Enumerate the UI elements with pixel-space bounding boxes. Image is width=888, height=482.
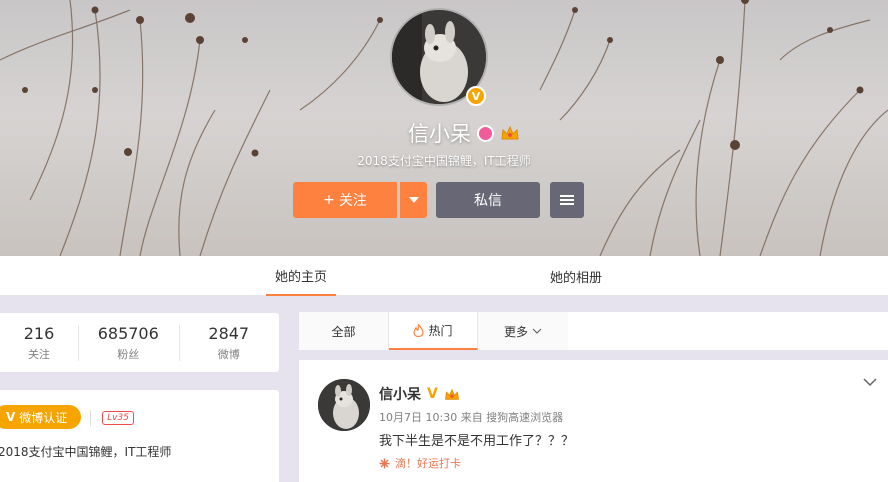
profile-bio: 2018支付宝中国锦鲤，IT工程师 xyxy=(357,154,531,168)
post-card: 信小呆 V 10月7日 10:30 来自 搜狗高速浏览器 我下半生是不是不用工作… xyxy=(299,360,888,482)
follow-label: 关注 xyxy=(338,193,367,209)
stat-number: 685706 xyxy=(97,323,159,343)
chevron-down-icon xyxy=(408,197,419,203)
more-menu-button[interactable] xyxy=(550,182,584,218)
post-topic-tag[interactable]: 滴！好运打卡 xyxy=(379,455,461,471)
post-text: 我下半生是不是不用工作了？？？ xyxy=(379,434,575,449)
feed-tab-hot[interactable]: 热门 xyxy=(389,312,478,350)
crown-icon xyxy=(501,125,519,140)
feed-tab-label: 热门 xyxy=(428,323,453,338)
profile-name-row: 信小呆 xyxy=(0,118,888,148)
chevron-down-icon xyxy=(532,328,542,334)
profile-tab-bar: 她的主页 她的相册 xyxy=(0,256,888,296)
message-button[interactable]: 私信 xyxy=(436,182,540,218)
feed-tabs: 全部 热门 更多 xyxy=(299,312,888,350)
plus-icon: + xyxy=(323,192,335,208)
profile-name: 信小呆 xyxy=(408,122,471,146)
stat-posts[interactable]: 2847 微博 xyxy=(178,313,280,372)
tab-album[interactable]: 她的相册 xyxy=(541,256,611,296)
post-avatar[interactable] xyxy=(318,379,370,431)
flower-icon xyxy=(379,458,390,468)
stats-card: 216 关注 685706 粉丝 2847 微博 xyxy=(0,313,279,372)
feed-tab-label: 更多 xyxy=(503,324,528,339)
stat-label: 粉丝 xyxy=(117,347,140,361)
post-author-row: 信小呆 V xyxy=(379,384,460,404)
info-bio: 2018支付宝中国锦鲤，IT工程师 xyxy=(0,445,172,459)
gender-female-icon xyxy=(477,124,494,142)
post-tag-label: 滴！好运打卡 xyxy=(395,457,461,470)
verification-label: 微博认证 xyxy=(19,410,68,425)
feed-tab-label: 全部 xyxy=(331,324,356,339)
rabbit-photo xyxy=(318,379,370,431)
post-meta[interactable]: 10月7日 10:30 来自 搜狗高速浏览器 xyxy=(379,409,563,425)
follow-dropdown-button[interactable] xyxy=(400,182,427,218)
profile-info-card: V 微博认证 Lv35 2018支付宝中国锦鲤，IT工程师 xyxy=(0,390,279,482)
stat-label: 微博 xyxy=(217,347,240,361)
feed-tab-more[interactable]: 更多 xyxy=(478,312,568,350)
crown-icon xyxy=(444,388,459,400)
verified-v-icon: V xyxy=(6,410,16,424)
stat-following[interactable]: 216 关注 xyxy=(0,313,78,372)
profile-cover: V 信小呆 2018支付宝中国锦鲤，IT工程师 + 关注 私信 xyxy=(0,0,888,256)
follow-button[interactable]: + 关注 xyxy=(293,182,397,218)
feed-tab-all[interactable]: 全部 xyxy=(299,312,389,350)
tab-home[interactable]: 她的主页 xyxy=(266,256,336,296)
flame-icon xyxy=(413,323,425,337)
stat-label: 关注 xyxy=(28,347,50,361)
level-badge[interactable]: Lv35 xyxy=(102,411,134,425)
menu-icon xyxy=(560,195,574,205)
stat-number: 216 xyxy=(23,323,55,343)
post-author-name[interactable]: 信小呆 xyxy=(379,384,421,404)
stat-followers[interactable]: 685706 粉丝 xyxy=(78,313,179,372)
verified-badge-icon: V xyxy=(466,86,486,106)
stat-number: 2847 xyxy=(208,323,250,343)
verification-badge[interactable]: V 微博认证 xyxy=(0,405,81,429)
chevron-down-icon[interactable] xyxy=(863,378,877,387)
divider xyxy=(90,410,91,426)
verified-v-icon: V xyxy=(427,386,438,402)
